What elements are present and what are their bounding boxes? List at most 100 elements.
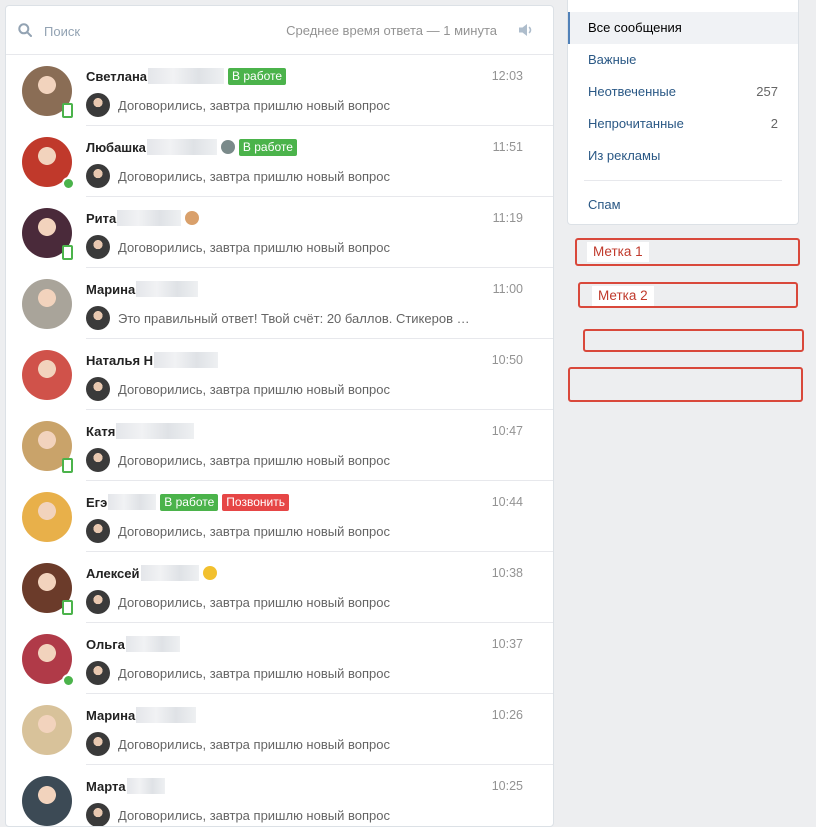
emoji-icon [202, 566, 217, 580]
unanswered-count: 257 [756, 84, 778, 99]
dialog-row[interactable]: Марта 10:25 Договорились, завтра пришлю но… [6, 765, 553, 826]
message-time: 12:03 [491, 69, 523, 83]
blurred-surname [116, 423, 195, 439]
menu-item-unanswered[interactable]: Неотвеченные 257 [568, 76, 798, 108]
message-time: 10:50 [491, 353, 523, 367]
name-line: Любашка В работе [86, 138, 297, 156]
dialog-content: Рита 11:19 Договорились, завтра пришлю нов… [86, 197, 553, 268]
search-icon [18, 23, 32, 37]
menu-item-label: Все сообщения [588, 20, 682, 35]
avatar[interactable] [22, 705, 72, 755]
message-preview: Договорились, завтра пришлю новый вопрос [118, 97, 390, 113]
menu-item-unread[interactable]: Непрочитанные 2 [568, 108, 798, 140]
dialog-content: Светлана В работе 12:03 Договорились, завтр… [86, 55, 553, 126]
blurred-surname [136, 281, 199, 297]
contact-name[interactable]: Светлана [86, 69, 147, 84]
menu-item-label: Важные [588, 52, 637, 67]
contact-name[interactable]: Наталья Н [86, 353, 153, 368]
dialog-row[interactable]: Алексей 10:38 Договорились, завтра пришлю … [6, 552, 553, 623]
contact-name[interactable]: Рита [86, 211, 116, 226]
sender-avatar [86, 448, 110, 472]
dialog-row[interactable]: Ольга 10:37 Договорились, завтра пришлю но… [6, 623, 553, 694]
message-line: Договорились, завтра пришлю новый вопрос [86, 377, 390, 401]
mobile-online-icon [62, 103, 73, 118]
message-line: Договорились, завтра пришлю новый вопрос [86, 661, 390, 685]
message-preview: Договорились, завтра пришлю новый вопрос [118, 523, 390, 539]
sound-icon[interactable] [517, 21, 535, 39]
dialog-content: Любашка В работе 11:51 Договорились, завтра… [86, 126, 553, 197]
mobile-online-icon [62, 458, 73, 473]
dialog-row[interactable]: Марина 10:26 Договорились, завтра пришлю н… [6, 694, 553, 765]
message-time: 10:37 [491, 637, 523, 651]
avatar[interactable] [22, 350, 72, 400]
menu-item-spam[interactable]: Спам [568, 189, 798, 221]
dialog-content: Ольга 10:37 Договорились, завтра пришлю но… [86, 623, 553, 694]
sender-avatar [86, 661, 110, 685]
sender-avatar [86, 93, 110, 117]
name-line: Алексей [86, 564, 217, 582]
search-input[interactable] [42, 18, 246, 44]
menu-item-label: Спам [588, 197, 621, 212]
dialog-row[interactable]: Егэ В работе Позвонить 10:44 Договорились, з… [6, 481, 553, 552]
sender-avatar [86, 803, 110, 826]
status-tag[interactable]: В работе [228, 67, 287, 85]
message-line: Это правильный ответ! Твой счёт: 20 балл… [86, 306, 470, 330]
dialog-row[interactable]: Рита 11:19 Договорились, завтра пришлю нов… [6, 197, 553, 268]
message-line: Договорились, завтра пришлю новый вопрос [86, 164, 390, 188]
blurred-surname [126, 778, 165, 794]
message-time: 10:44 [491, 495, 523, 509]
label-1-text: Метка 1 [587, 242, 649, 262]
dialog-row[interactable]: Марина 11:00 Это правильный ответ! Твой сч… [6, 268, 553, 339]
message-line: Договорились, завтра пришлю новый вопрос [86, 590, 390, 614]
contact-name[interactable]: Алексей [86, 566, 140, 581]
status-tag[interactable]: В работе [160, 493, 219, 511]
message-line: Договорились, завтра пришлю новый вопрос [86, 93, 390, 117]
status-tag[interactable]: Позвонить [222, 493, 289, 511]
sender-avatar [86, 306, 110, 330]
contact-name[interactable]: Любашка [86, 140, 146, 155]
name-line: Катя [86, 422, 195, 440]
dialog-content: Наталья Н 10:50 Договорились, завтра пришл… [86, 339, 553, 410]
dialog-row[interactable]: Наталья Н 10:50 Договорились, завтра пришл… [6, 339, 553, 410]
message-time: 10:25 [491, 779, 523, 793]
menu-item-all-messages[interactable]: Все сообщения [568, 12, 798, 44]
message-time: 10:26 [491, 708, 523, 722]
contact-name[interactable]: Егэ [86, 495, 107, 510]
dialog-row[interactable]: Светлана В работе 12:03 Договорились, завтр… [6, 55, 553, 126]
unread-count: 2 [770, 116, 778, 131]
avatar[interactable] [22, 776, 72, 826]
message-line: Договорились, завтра пришлю новый вопрос [86, 448, 390, 472]
filter-menu: Все сообщения Важные Неотвеченные 257 Неп… [567, 0, 799, 225]
label-3-box[interactable] [583, 329, 804, 352]
blurred-surname [117, 210, 182, 226]
menu-item-important[interactable]: Важные [568, 44, 798, 76]
dialog-row[interactable]: Катя 10:47 Договорились, завтра пришлю нов… [6, 410, 553, 481]
dialogs-panel: Среднее время ответа — 1 минута Светлана… [5, 5, 554, 827]
online-status-icon [62, 674, 75, 687]
mobile-online-icon [62, 600, 73, 615]
label-4-box[interactable] [568, 367, 803, 402]
message-time: 11:51 [492, 140, 523, 154]
status-tag[interactable]: В работе [238, 138, 297, 156]
name-line: Марина [86, 280, 199, 298]
dialog-row[interactable]: Любашка В работе 11:51 Договорились, завтра… [6, 126, 553, 197]
online-status-icon [62, 177, 75, 190]
name-line: Егэ В работе Позвонить [86, 493, 289, 511]
menu-item-label: Непрочитанные [588, 116, 684, 131]
dialog-content: Алексей 10:38 Договорились, завтра пришлю … [86, 552, 553, 623]
message-line: Договорились, завтра пришлю новый вопрос [86, 732, 390, 756]
contact-name[interactable]: Ольга [86, 637, 125, 652]
contact-name[interactable]: Марина [86, 708, 135, 723]
avatar[interactable] [22, 492, 72, 542]
dialog-content: Марина 11:00 Это правильный ответ! Твой сч… [86, 268, 553, 339]
contact-name[interactable]: Марина [86, 282, 135, 297]
message-preview: Договорились, завтра пришлю новый вопрос [118, 736, 390, 752]
message-preview: Договорились, завтра пришлю новый вопрос [118, 452, 390, 468]
menu-item-ads[interactable]: Из рекламы [568, 140, 798, 172]
contact-name[interactable]: Катя [86, 424, 115, 439]
message-preview: Договорились, завтра пришлю новый вопрос [118, 168, 390, 184]
contact-name[interactable]: Марта [86, 779, 126, 794]
avatar[interactable] [22, 279, 72, 329]
name-line: Наталья Н [86, 351, 219, 369]
blurred-surname [125, 636, 180, 652]
